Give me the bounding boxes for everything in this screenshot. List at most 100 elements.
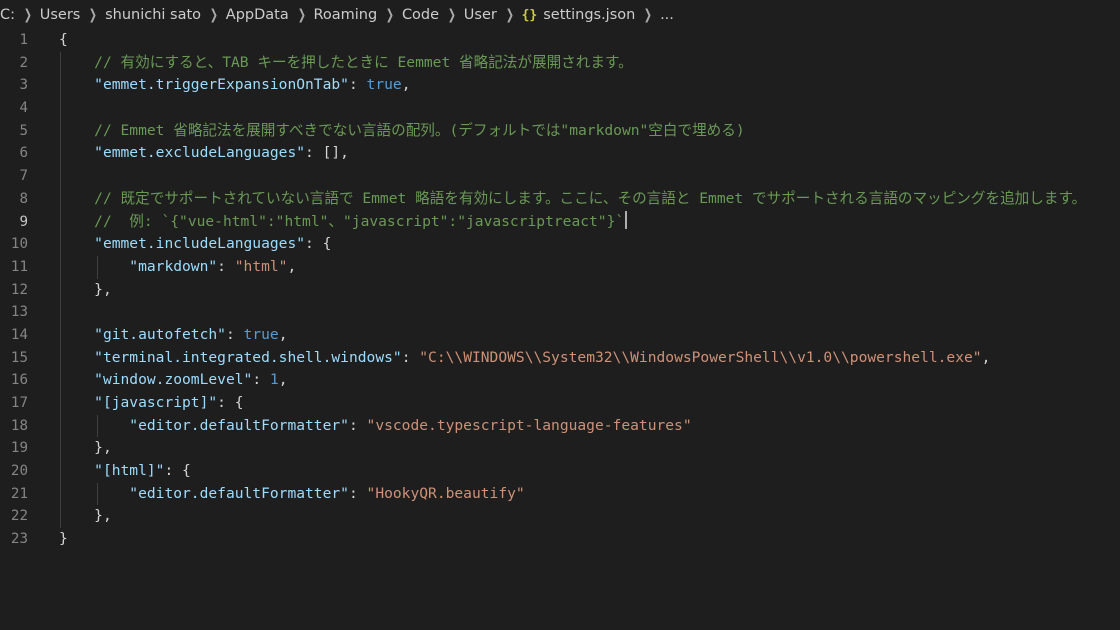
code-line[interactable]: 5 // Emmet 省略記法を展開すべきでない言語の配列。(デフォルトでは"m…: [0, 119, 1120, 143]
breadcrumb-segment-roaming[interactable]: Roaming: [313, 7, 377, 23]
line-number: 9: [19, 213, 28, 230]
code-line[interactable]: 2 // 有効にすると、TAB キーを押したときに Eemmet 省略記法が展開…: [0, 51, 1120, 75]
breadcrumb: C: ❯ Users ❯ shunichi sato ❯ AppData ❯ R…: [0, 0, 1120, 30]
breadcrumb-file[interactable]: {} settings.json: [522, 7, 636, 23]
json-string: "html": [234, 257, 288, 275]
breadcrumb-symbols[interactable]: ...: [660, 7, 674, 23]
line-content: [59, 165, 94, 188]
breadcrumb-segment-users[interactable]: Users: [40, 7, 81, 23]
code-line[interactable]: 19 },: [0, 437, 1120, 461]
line-number: 16: [10, 372, 28, 389]
line-number: 2: [19, 54, 28, 71]
breadcrumb-segment-appdata[interactable]: AppData: [226, 7, 289, 23]
json-key: "window.zoomLevel": [94, 371, 253, 389]
breadcrumb-segment-drive[interactable]: C:: [0, 7, 15, 23]
line-content: "editor.defaultFormatter": "HookyQR.beau…: [59, 483, 525, 506]
json-string: "HookyQR.beautify": [366, 484, 525, 502]
line-content: "markdown": "html",: [59, 256, 296, 279]
comment: // 既定でサポートされていない言語で Emmet 略語を有効にします。ここに、…: [94, 189, 1087, 207]
chevron-right-icon: ❯: [644, 7, 653, 23]
line-number: 14: [10, 326, 28, 343]
code-line[interactable]: 18 "editor.defaultFormatter": "vscode.ty…: [0, 414, 1120, 438]
punctuation: :: [225, 325, 244, 343]
json-key: "emmet.includeLanguages": [94, 235, 306, 253]
line-content: "[html]": {: [59, 460, 191, 483]
chevron-right-icon: ❯: [447, 7, 457, 23]
punctuation: : {: [217, 394, 244, 411]
line-number: 6: [19, 145, 28, 162]
breadcrumb-segment-user[interactable]: User: [464, 7, 497, 23]
line-content: // 例: `{"vue-html":"html"、"javascript":"…: [59, 210, 627, 234]
line-number: 11: [10, 258, 28, 275]
code-line[interactable]: 1{: [0, 29, 1120, 52]
code-line[interactable]: 22 },: [0, 505, 1120, 529]
code-line[interactable]: 7: [0, 165, 1120, 188]
json-key: "editor.defaultFormatter": [129, 484, 349, 502]
chevron-right-icon: ❯: [209, 7, 219, 23]
line-number: 8: [19, 190, 28, 207]
comment: // 有効にすると、TAB キーを押したときに Eemmet 省略記法が展開され…: [94, 53, 633, 71]
comment: // 例: `{"vue-html":"html"、"javascript":"…: [94, 212, 625, 230]
breadcrumb-segment-code[interactable]: Code: [402, 7, 439, 23]
chevron-right-icon: ❯: [89, 7, 98, 23]
json-key: "editor.defaultFormatter": [129, 416, 349, 434]
punctuation: ,: [278, 325, 288, 343]
brace: }: [59, 530, 68, 548]
line-content: "editor.defaultFormatter": "vscode.types…: [59, 415, 691, 438]
line-number: 20: [10, 463, 28, 480]
json-key: "git.autofetch": [94, 325, 226, 343]
punctuation: : {: [164, 462, 191, 480]
punctuation: ,: [287, 257, 297, 275]
line-number: 7: [19, 168, 28, 185]
line-content: // Emmet 省略記法を展開すべきでない言語の配列。(デフォルトでは"mar…: [59, 120, 745, 143]
code-editor[interactable]: 1{2 // 有効にすると、TAB キーを押したときに Eemmet 省略記法が…: [0, 29, 1120, 630]
code-line[interactable]: 12 },: [0, 278, 1120, 302]
line-number: 17: [10, 395, 28, 411]
line-content: },: [59, 505, 112, 528]
line-content: "terminal.integrated.shell.windows": "C:…: [59, 347, 990, 370]
json-value: true: [366, 76, 402, 94]
text-cursor: [625, 210, 627, 229]
code-line[interactable]: 20 "[html]": {: [0, 460, 1120, 483]
line-content: "window.zoomLevel": 1,: [59, 369, 287, 392]
punctuation: :: [401, 348, 420, 366]
chevron-right-icon: ❯: [297, 7, 306, 23]
punctuation: : {: [305, 235, 332, 253]
code-line[interactable]: 9 // 例: `{"vue-html":"html"、"javascript"…: [0, 210, 1120, 234]
json-value: 1: [269, 371, 279, 389]
code-line[interactable]: 10 "emmet.includeLanguages": {: [0, 233, 1120, 256]
line-content: }: [59, 528, 68, 551]
code-line[interactable]: 3 "emmet.triggerExpansionOnTab": true,: [0, 74, 1120, 98]
line-content: "git.autofetch": true,: [59, 324, 287, 347]
code-line[interactable]: 8 // 既定でサポートされていない言語で Emmet 略語を有効にします。ここ…: [0, 187, 1120, 211]
code-line[interactable]: 16 "window.zoomLevel": 1,: [0, 369, 1120, 392]
line-number: 18: [10, 417, 28, 434]
breadcrumb-segment-user-folder[interactable]: shunichi sato: [105, 7, 201, 23]
code-line[interactable]: 15 "terminal.integrated.shell.windows": …: [0, 346, 1120, 370]
json-file-icon: {}: [521, 8, 538, 23]
code-line[interactable]: 13: [0, 301, 1120, 324]
line-content: "emmet.excludeLanguages": [],: [59, 142, 349, 165]
line-number: 15: [10, 349, 28, 366]
line-content: [59, 97, 94, 120]
code-line[interactable]: 17 "[javascript]": {: [0, 392, 1120, 415]
chevron-right-icon: ❯: [385, 7, 395, 23]
line-number: 19: [10, 440, 28, 457]
punctuation: },: [94, 439, 112, 457]
code-line[interactable]: 21 "editor.defaultFormatter": "HookyQR.b…: [0, 482, 1120, 506]
code-line[interactable]: 23}: [0, 528, 1120, 551]
punctuation: ,: [981, 348, 991, 366]
line-number: 21: [10, 485, 28, 502]
punctuation: : [],: [305, 144, 349, 162]
line-number: 10: [10, 236, 28, 253]
code-line[interactable]: 11 "markdown": "html",: [0, 255, 1120, 279]
code-line[interactable]: 14 "git.autofetch": true,: [0, 323, 1120, 347]
json-value: true: [243, 325, 279, 343]
json-key: "markdown": [129, 257, 218, 275]
line-number: 4: [19, 100, 28, 117]
punctuation: ,: [401, 76, 411, 94]
line-content: },: [59, 437, 112, 460]
punctuation: :: [348, 484, 367, 502]
code-line[interactable]: 6 "emmet.excludeLanguages": [],: [0, 142, 1120, 166]
code-line[interactable]: 4: [0, 97, 1120, 120]
